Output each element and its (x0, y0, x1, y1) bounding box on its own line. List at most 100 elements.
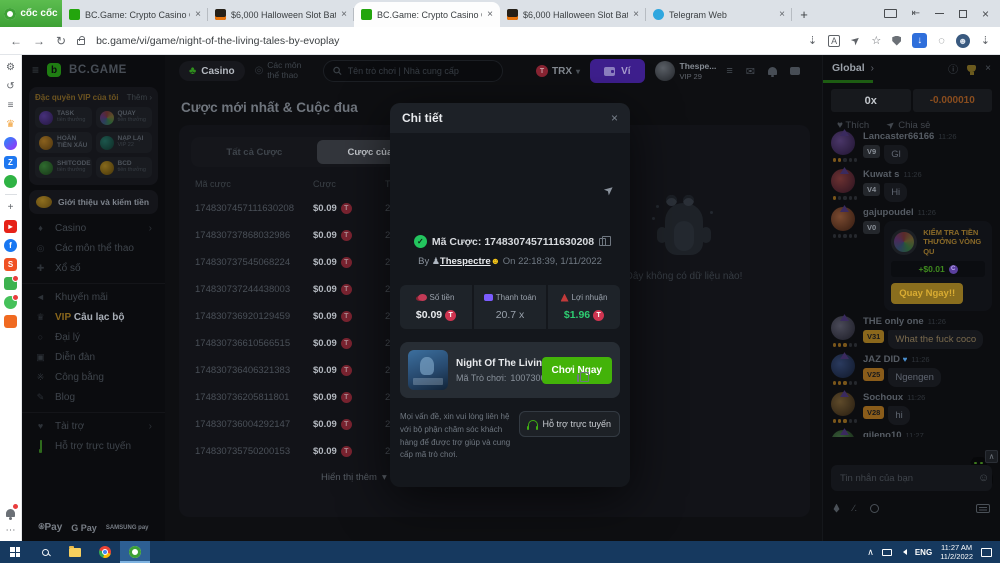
sidebar-item-lottery[interactable]: ✚Xổ số (22, 258, 165, 278)
url-text[interactable]: bc.game/vi/game/night-of-the-living-tale… (96, 35, 797, 47)
sidebar-hamburger-icon[interactable]: ≡ (32, 63, 39, 77)
language-indicator[interactable]: ENG (915, 548, 932, 557)
reload-icon[interactable]: ↻ (56, 34, 66, 48)
vip-tile-bcd[interactable]: BCDtiền thưởng (96, 157, 153, 178)
adblock-shield-icon[interactable] (892, 36, 901, 46)
sidebar-item-vip-club[interactable]: ♛VIP Câu lạc bộ (22, 307, 165, 327)
close-window-button[interactable]: × (982, 7, 989, 21)
copy-icon[interactable] (577, 374, 579, 382)
history-icon[interactable]: ↺ (4, 80, 17, 93)
tab-restore-icon[interactable]: ⇤ (912, 8, 920, 19)
vip-tile-spin[interactable]: QUAYtiền thưởng (96, 107, 153, 128)
new-tab-button[interactable]: + (792, 2, 816, 27)
avatar[interactable] (831, 316, 855, 340)
game-thumbnail[interactable] (408, 350, 448, 390)
spin-now-button[interactable]: Quay Ngay!! (891, 283, 963, 304)
bet-id[interactable]: 174830735750200153 (195, 446, 313, 457)
chat-username[interactable]: JAZ DID (863, 354, 900, 365)
gift-icon[interactable] (4, 277, 17, 290)
messenger-icon[interactable] (4, 137, 17, 150)
download-manager-icon[interactable]: ↓ (912, 33, 927, 48)
coccoc-taskbar-icon[interactable] (120, 541, 150, 563)
chat-username[interactable]: Kuwat s (863, 169, 899, 180)
start-button[interactable] (0, 541, 30, 563)
notifications-icon[interactable] (768, 67, 777, 75)
sidebar-item-agent[interactable]: ○Đại lý (22, 327, 165, 347)
inbox-mail-icon[interactable]: ✉ (746, 65, 755, 78)
lock-icon[interactable] (77, 39, 85, 45)
bet-id[interactable]: 174830736610566515 (195, 338, 313, 349)
translate-icon[interactable]: A (828, 35, 840, 47)
add-shortcut-icon[interactable]: + (4, 201, 17, 214)
coin-drop-icon[interactable] (870, 504, 879, 513)
trophy-icon[interactable] (967, 65, 976, 72)
bcgame-logo-text[interactable]: BC.GAME (69, 64, 127, 76)
back-icon[interactable]: ← (10, 34, 22, 48)
more-options-icon[interactable]: ⋯ (4, 524, 17, 537)
user-profile[interactable]: Thespe...VIP 29 (655, 61, 717, 81)
live-support-button[interactable]: Hỗ trợ trực tuyến (519, 411, 620, 437)
taskbar-search-icon[interactable] (30, 541, 60, 563)
tab-halloween-1[interactable]: $6,000 Halloween Slot Battle × (208, 2, 354, 27)
avatar[interactable] (831, 392, 855, 416)
share-icon[interactable]: ➤ (848, 33, 863, 49)
shared-bet-card[interactable]: 0x -0.000010 (831, 89, 992, 112)
channel-expand-icon[interactable]: › (871, 63, 874, 74)
maximize-button[interactable] (959, 10, 967, 18)
emoji-icon[interactable]: ☺ (978, 472, 989, 484)
bet-id[interactable]: 174830737868032986 (195, 230, 313, 241)
avatar[interactable] (831, 169, 855, 193)
share-bet-icon[interactable]: ➤ (601, 181, 618, 198)
rain-icon[interactable] (833, 504, 840, 513)
bet-id[interactable]: 174830736004292147 (195, 419, 313, 430)
chat-rules-info-icon[interactable]: ⓘ (948, 61, 958, 76)
close-modal-icon[interactable]: × (611, 111, 618, 125)
sports-nav-button[interactable]: ◎Các môn thể thao (255, 61, 313, 81)
sidebar-item-casino[interactable]: ♦Casino› (22, 218, 165, 238)
downloads-tray-icon[interactable]: ⇣ (981, 34, 990, 47)
bet-id[interactable]: 1748307457111630208 (195, 203, 313, 214)
save-page-icon[interactable]: ⇣ (808, 34, 817, 47)
feed-icon[interactable]: ≡ (4, 99, 17, 112)
avatar[interactable] (831, 131, 855, 155)
tab-bcgame-1[interactable]: BC.Game: Crypto Casino Gan × (62, 2, 208, 27)
facebook-icon[interactable]: f (4, 239, 17, 252)
scroll-to-bottom-button[interactable]: ∧ (985, 450, 998, 463)
tab-bcgame-active[interactable]: BC.Game: Crypto Casino Gan × (354, 2, 500, 27)
extension-icon[interactable]: ◌ (938, 35, 945, 47)
currency-selector[interactable]: TTRX▾ (536, 65, 580, 77)
shopee-icon[interactable]: S (4, 258, 17, 271)
forward-icon[interactable]: → (33, 34, 45, 48)
chat-username[interactable]: Lancaster66166 (863, 131, 934, 142)
sidebar-item-sponsorship[interactable]: ♥Tài trợ› (22, 416, 165, 436)
vip-tile-rakeback[interactable]: HOÀN TIỀN XẤU (35, 132, 92, 153)
action-center-icon[interactable] (981, 548, 992, 557)
close-tab-icon[interactable]: × (195, 9, 201, 20)
search-input[interactable] (348, 66, 493, 76)
referral-banner[interactable]: Giới thiệu và kiếm tiền (29, 190, 158, 214)
game-search-box[interactable] (323, 60, 503, 82)
chat-username[interactable]: gileno10 (863, 430, 902, 437)
bet-id[interactable]: 174830736406321383 (195, 365, 313, 376)
cast-icon[interactable] (884, 9, 897, 18)
minimize-button[interactable] (935, 13, 944, 14)
taskbar-clock[interactable]: 11:27 AM11/2/2022 (940, 543, 973, 562)
close-tab-icon[interactable]: × (487, 9, 493, 20)
sidebar-item-blog[interactable]: ✎Blog (22, 387, 165, 407)
chrome-taskbar-icon[interactable] (90, 541, 120, 563)
bookmark-star-icon[interactable]: ☆ (871, 34, 881, 47)
coccoc-menu-button[interactable]: cốc cốc (0, 0, 62, 27)
close-chat-icon[interactable]: × (985, 63, 991, 74)
youtube-icon[interactable]: ▸ (4, 220, 17, 233)
avatar[interactable] (831, 207, 855, 231)
close-tab-icon[interactable]: × (633, 9, 639, 20)
chat-input-box[interactable]: ☺ (831, 465, 992, 491)
network-icon[interactable] (882, 549, 892, 556)
settings-gear-icon[interactable]: ⚙ (4, 61, 17, 74)
show-more-button[interactable]: Hiển thị thêm▾ (321, 472, 387, 483)
user-avatar[interactable] (655, 61, 675, 81)
chat-username[interactable]: THE only one (863, 316, 924, 327)
bet-id[interactable]: 174830736920129459 (195, 311, 313, 322)
chat-username[interactable]: Sochoux (863, 392, 903, 403)
tab-all-bets[interactable]: Tất cả Cược (194, 140, 315, 164)
